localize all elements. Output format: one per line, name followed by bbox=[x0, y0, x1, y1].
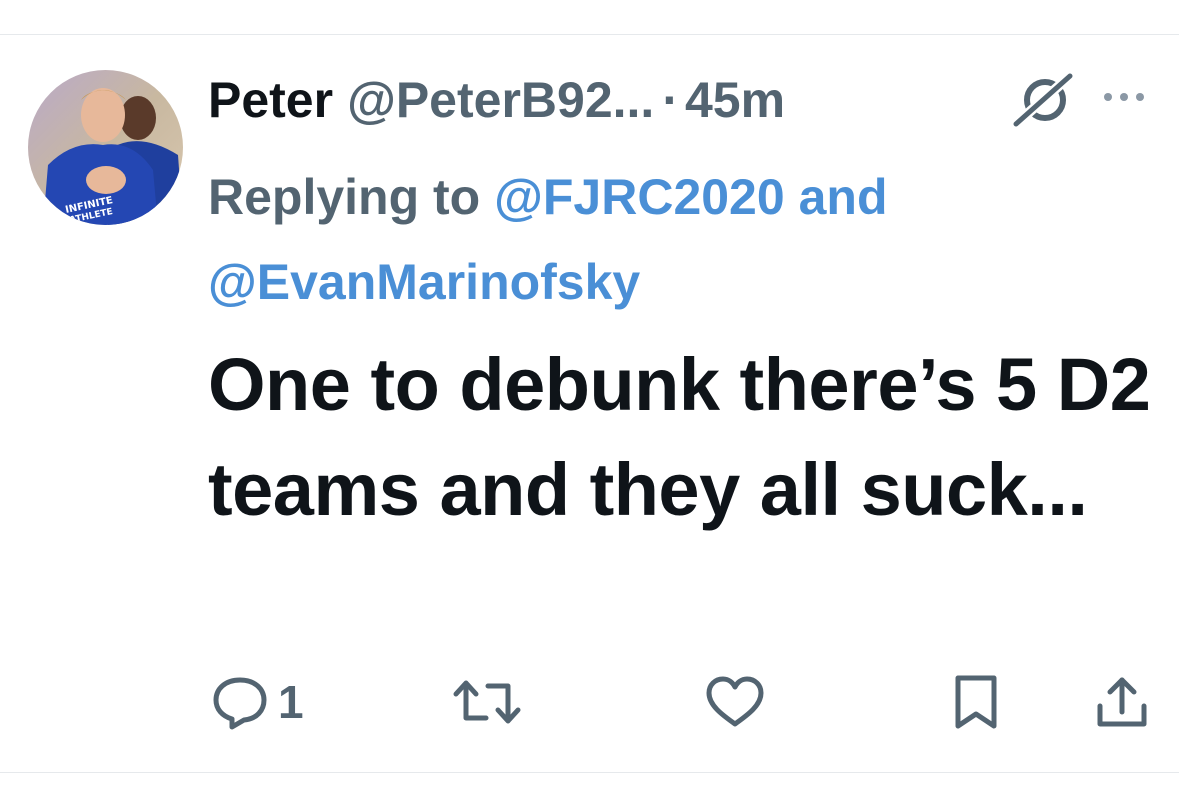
timestamp[interactable]: 45m bbox=[685, 70, 785, 130]
heart-icon bbox=[706, 676, 764, 727]
avatar[interactable]: INFINITE ATHLETE bbox=[28, 70, 183, 225]
mention-link[interactable]: @EvanMarinofsky bbox=[208, 254, 640, 310]
replying-to-label: Replying to bbox=[208, 169, 481, 225]
retweet-icon bbox=[453, 680, 521, 724]
avatar-image: INFINITE ATHLETE bbox=[28, 70, 183, 225]
display-name[interactable]: Peter bbox=[208, 70, 333, 130]
more-icon[interactable] bbox=[1100, 82, 1148, 112]
top-divider bbox=[0, 34, 1179, 35]
reply-button[interactable]: 1 bbox=[210, 672, 304, 732]
mention-link[interactable]: @FJRC2020 bbox=[494, 169, 785, 225]
share-icon bbox=[1097, 677, 1147, 727]
grok-icon[interactable] bbox=[1012, 72, 1074, 128]
separator-dot: · bbox=[662, 72, 679, 128]
user-handle[interactable]: @PeterB92... bbox=[347, 70, 654, 130]
replying-to: Replying to @FJRC2020 and @EvanMarinofsk… bbox=[208, 155, 1108, 325]
bookmark-button[interactable] bbox=[950, 672, 1002, 732]
bookmark-icon bbox=[955, 675, 997, 729]
tweet-text: One to debunk there’s 5 D2 teams and the… bbox=[208, 343, 1151, 531]
share-button[interactable] bbox=[1092, 672, 1152, 732]
tweet-header: Peter @PeterB92... · 45m bbox=[208, 70, 785, 130]
reply-icon bbox=[213, 677, 267, 730]
and-others-link[interactable]: and bbox=[799, 169, 888, 225]
retweet-button[interactable] bbox=[452, 672, 522, 732]
reply-count: 1 bbox=[278, 676, 304, 728]
like-button[interactable] bbox=[704, 672, 766, 732]
bottom-divider bbox=[0, 772, 1179, 773]
tweet[interactable]: INFINITE ATHLETE Peter @PeterB92... · 45… bbox=[0, 0, 1179, 797]
